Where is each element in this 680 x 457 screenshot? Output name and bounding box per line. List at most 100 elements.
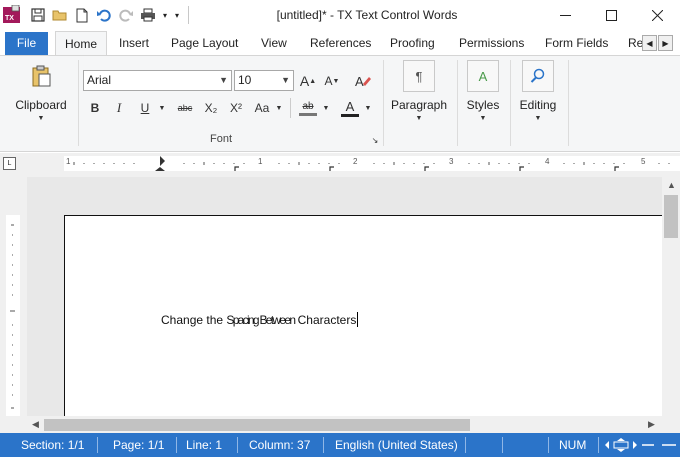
scroll-left-icon[interactable]: ◀ [32, 419, 39, 430]
ruler-number: 5 [641, 157, 646, 166]
strikethrough-button[interactable]: abc [174, 98, 196, 118]
shrink-font-button[interactable]: A ▼ [322, 71, 342, 91]
minimize-button[interactable] [542, 0, 588, 31]
tab-file[interactable]: File [5, 32, 48, 55]
group-separator [568, 60, 569, 146]
ruler-ticks [73, 156, 670, 171]
status-num-lock: NUM [559, 438, 587, 452]
font-size-dropdown-icon[interactable]: ▼ [281, 71, 290, 90]
scroll-right-icon[interactable]: ▶ [648, 419, 655, 430]
zoom-slider-icon[interactable] [662, 438, 676, 452]
tab-stop-selector[interactable]: L [3, 157, 16, 170]
grow-font-button[interactable]: A ▲ [298, 71, 318, 91]
italic-icon: I [116, 100, 122, 115]
tab-home[interactable]: Home [55, 31, 107, 56]
tab-view[interactable]: View [261, 31, 287, 55]
change-case-button[interactable]: Aa [251, 98, 273, 118]
maximize-icon [605, 10, 617, 21]
superscript-icon: X² [230, 101, 242, 115]
editing-button[interactable]: Editing ▼ [516, 60, 560, 122]
paragraph-label: Paragraph [390, 98, 448, 112]
font-color-button[interactable]: A [339, 98, 361, 118]
status-separator [323, 437, 324, 453]
highlight-color-button[interactable]: ab [297, 98, 319, 118]
highlight-color-icon: ab [302, 100, 314, 112]
superscript-button[interactable]: X² [226, 98, 246, 118]
tab-page-layout[interactable]: Page Layout [171, 31, 238, 55]
document-text-line[interactable]: Change the Spacing Between Characters [161, 312, 359, 327]
zoom-fit-icon[interactable] [604, 438, 638, 452]
status-bar: Section: 1/1 Page: 1/1 Line: 1 Column: 3… [0, 433, 680, 457]
ruler-number: 1 [66, 157, 71, 166]
underline-button[interactable]: U [134, 98, 156, 118]
clipboard-dropdown-icon: ▼ [37, 115, 45, 122]
zoom-out-icon[interactable] [642, 442, 654, 448]
vertical-ruler-track [6, 215, 20, 416]
tab-references-truncated[interactable]: Re [628, 31, 642, 55]
font-name-value: Arial [87, 73, 112, 87]
font-color-swatch [341, 113, 359, 117]
font-dialog-launcher-icon[interactable]: ↘ [370, 135, 380, 145]
status-separator [598, 437, 599, 453]
bold-button[interactable]: B [86, 98, 104, 118]
underline-icon: U [140, 101, 150, 115]
horizontal-scrollbar[interactable]: ◀ ▶ [28, 416, 662, 433]
vertical-ruler-ticks [10, 224, 15, 409]
tab-insert[interactable]: Insert [119, 31, 149, 55]
ribbon-home: Clipboard ▼ Arial ▼ 10 ▼ A ▲ A ▼ A B I U ▼… [0, 55, 680, 152]
left-indent-marker [155, 167, 165, 171]
subscript-icon: X₂ [204, 101, 218, 115]
text-run: Characters [294, 313, 357, 327]
styles-dropdown-icon: ▼ [479, 115, 487, 122]
tabs-scroll-left-icon[interactable]: ◀ [642, 35, 657, 51]
horizontal-ruler[interactable]: L 1 1 2 3 4 5 [0, 153, 680, 177]
tabs-scroll-right-icon[interactable]: ▶ [658, 35, 673, 51]
font-color-dropdown-icon[interactable]: ▼ [363, 98, 373, 118]
status-page: Page: 1/1 [113, 438, 165, 452]
clipboard-button[interactable]: Clipboard ▼ [10, 60, 72, 122]
status-language[interactable]: English (United States) [335, 438, 458, 452]
shrink-font-icon: A [324, 74, 333, 88]
subscript-button[interactable]: X₂ [201, 98, 221, 118]
tab-permissions[interactable]: Permissions [459, 31, 524, 55]
close-button[interactable] [634, 0, 680, 31]
status-separator [97, 437, 98, 453]
font-tools-separator [290, 98, 291, 118]
group-separator [457, 60, 458, 146]
status-separator [176, 437, 177, 453]
tab-proofing[interactable]: Proofing [390, 31, 435, 55]
italic-button[interactable]: I [110, 98, 128, 118]
styles-button[interactable]: A Styles ▼ [462, 60, 504, 122]
paragraph-dropdown-icon: ▼ [415, 115, 423, 122]
text-run-condensed: Spacing Between [226, 313, 296, 327]
underline-dropdown-icon[interactable]: ▼ [157, 98, 167, 118]
ruler-number: 2 [353, 157, 358, 166]
status-separator [548, 437, 549, 453]
search-icon [522, 60, 554, 92]
vertical-ruler[interactable] [0, 177, 27, 416]
font-group-label: Font [210, 133, 233, 145]
paragraph-button[interactable]: ¶ Paragraph ▼ [388, 60, 450, 122]
title-bar: TX ▾ ▾ [untitled]* - TX Text Control Wor… [0, 0, 680, 31]
group-separator [383, 60, 384, 146]
editing-label: Editing [519, 98, 557, 112]
font-size-combo[interactable]: 10 ▼ [234, 70, 294, 91]
tab-form-fields[interactable]: Form Fields [545, 31, 608, 55]
font-name-combo[interactable]: Arial ▼ [83, 70, 232, 91]
svg-text:A: A [355, 74, 364, 89]
maximize-button[interactable] [588, 0, 634, 31]
status-column: Column: 37 [249, 438, 311, 452]
font-name-dropdown-icon[interactable]: ▼ [219, 71, 228, 90]
document-page[interactable]: Change the Spacing Between Characters [64, 215, 662, 416]
paragraph-glyph: ¶ [415, 68, 423, 84]
vertical-scrollbar[interactable]: ▲ [662, 177, 680, 416]
scroll-up-icon[interactable]: ▲ [667, 180, 676, 190]
vertical-scroll-thumb[interactable] [664, 195, 678, 238]
clear-formatting-button[interactable]: A [352, 71, 374, 91]
highlight-color-swatch [299, 112, 317, 116]
horizontal-scroll-thumb[interactable] [44, 419, 470, 431]
tab-references[interactable]: References [310, 31, 371, 55]
change-case-dropdown-icon[interactable]: ▼ [274, 98, 284, 118]
ribbon-tabs: File Home Insert Page Layout View Refere… [0, 31, 680, 56]
highlight-dropdown-icon[interactable]: ▼ [321, 98, 331, 118]
